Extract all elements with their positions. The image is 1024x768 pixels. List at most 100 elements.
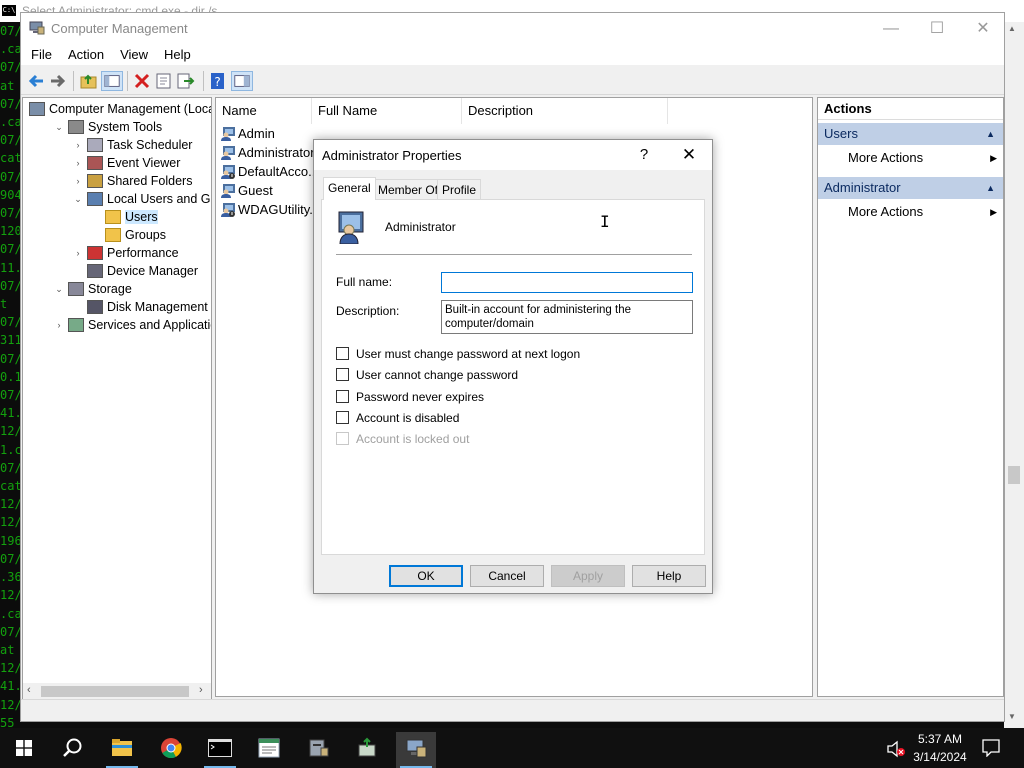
maximize-button[interactable]: ☐ — [914, 13, 960, 45]
list-item[interactable]: Admin — [220, 124, 275, 143]
tree-item-disk-management[interactable]: Disk Management — [87, 298, 208, 316]
list-item[interactable]: DefaultAcco... — [220, 162, 319, 181]
expand-icon[interactable]: › — [73, 244, 83, 262]
close-button[interactable]: ✕ — [960, 13, 1006, 45]
taskbar-server-manager[interactable] — [298, 732, 338, 768]
collapse-icon[interactable]: ▲ — [986, 123, 995, 145]
cmd-scrollbar[interactable]: ▲ ▼ — [1004, 22, 1024, 728]
volume-muted-icon[interactable] — [886, 740, 906, 758]
tab-profile[interactable]: Profile — [437, 179, 482, 199]
expand-icon[interactable]: › — [54, 316, 64, 334]
account-name: Administrator — [385, 220, 456, 234]
checkbox-password-never-expires[interactable]: Password never expires — [336, 390, 484, 406]
menu-file[interactable]: File — [21, 45, 60, 65]
cancel-button[interactable]: Cancel — [470, 565, 544, 587]
more-actions-administrator[interactable]: More Actions ▶ — [818, 201, 1003, 223]
list-item[interactable]: Guest — [220, 181, 273, 200]
collapse-icon[interactable]: ⌄ — [73, 190, 83, 208]
description-input[interactable]: Built-in account for administering the c… — [441, 300, 693, 334]
checkbox-box[interactable] — [336, 390, 349, 404]
cmd-output-line: t — [0, 297, 8, 312]
help-icon[interactable]: ? — [207, 71, 229, 91]
tree-item-services-and-applications[interactable]: ›Services and Applications — [58, 316, 211, 334]
column-header-name[interactable]: Name — [216, 98, 312, 124]
checkbox-user-must-change-password-at-next-logon[interactable]: User must change password at next logon — [336, 347, 580, 363]
taskbar-cmd[interactable] — [200, 732, 240, 768]
tree-scroll-thumb[interactable] — [41, 686, 189, 697]
actions-section-users[interactable]: Users ▲ — [818, 123, 1003, 145]
expand-icon[interactable]: › — [73, 154, 83, 172]
cmd-output-line: 07/ — [0, 460, 20, 475]
full-name-input[interactable] — [441, 272, 693, 293]
scroll-right-icon[interactable]: › — [199, 684, 203, 696]
tree-item-system-tools[interactable]: ⌄ System Tools — [55, 118, 162, 136]
cmd-scroll-thumb[interactable] — [1008, 466, 1020, 484]
start-button[interactable] — [4, 728, 44, 768]
collapse-icon[interactable]: ▲ — [986, 177, 995, 199]
scroll-up-icon[interactable]: ▲ — [1008, 24, 1016, 33]
scroll-left-icon[interactable]: ‹ — [27, 684, 31, 696]
up-folder-icon[interactable] — [78, 71, 100, 91]
show-hide-console-tree-icon[interactable] — [101, 71, 123, 91]
column-header-full-name[interactable]: Full Name — [312, 98, 462, 124]
menu-action[interactable]: Action — [60, 45, 112, 65]
menu-view[interactable]: View — [112, 45, 156, 65]
tree-item-users[interactable]: Users — [105, 208, 158, 226]
checkbox-label: User must change password at next logon — [356, 347, 581, 361]
list-item[interactable]: Administrator — [220, 143, 315, 162]
tab-member-of[interactable]: Member Of — [373, 179, 444, 199]
checkbox-box[interactable] — [336, 368, 349, 382]
show-hide-action-pane-icon[interactable] — [231, 71, 253, 91]
tree-item-performance[interactable]: › Performance — [77, 244, 179, 262]
dialog-help-button[interactable]: ? — [632, 144, 656, 166]
tree-item-computer-management-local[interactable]: Computer Management (Local — [29, 100, 211, 118]
checkbox-box[interactable] — [336, 347, 349, 361]
checkbox-account-is-disabled[interactable]: Account is disabled — [336, 411, 459, 427]
export-list-icon[interactable] — [175, 71, 197, 91]
taskbar-network[interactable] — [347, 732, 387, 768]
taskbar-notepad[interactable] — [249, 732, 289, 768]
dialog-title-bar[interactable]: Administrator Properties ? ✕ — [314, 140, 712, 170]
mmc-title-bar[interactable]: Computer Management — ☐ ✕ — [21, 13, 1004, 45]
start-icon — [16, 740, 32, 756]
dialog-close-button[interactable]: ✕ — [676, 144, 702, 166]
taskbar-chrome[interactable] — [151, 732, 191, 768]
collapse-icon[interactable]: ⌄ — [54, 118, 64, 136]
tab-general[interactable]: General — [323, 177, 376, 200]
expand-icon[interactable]: › — [73, 172, 83, 190]
tree-item-task-scheduler[interactable]: › Task Scheduler — [77, 136, 192, 154]
tree-horizontal-scrollbar[interactable]: ‹ › — [23, 683, 211, 700]
more-actions-users[interactable]: More Actions ▶ — [818, 147, 1003, 169]
user-name: DefaultAcco... — [238, 164, 319, 179]
tree-item-shared-folders[interactable]: › Shared Folders — [77, 172, 192, 190]
search-button[interactable] — [52, 728, 92, 768]
apply-button[interactable]: Apply — [551, 565, 625, 587]
checkbox-user-cannot-change-password[interactable]: User cannot change password — [336, 368, 518, 384]
help-button[interactable]: Help — [632, 565, 706, 587]
collapse-icon[interactable]: ⌄ — [54, 280, 64, 298]
tree-item-local-users-and-groups[interactable]: ⌄ Local Users and Groups — [74, 190, 211, 208]
submenu-arrow-icon: ▶ — [990, 153, 997, 163]
back-icon[interactable] — [25, 71, 47, 91]
list-item[interactable]: WDAGUtility... — [220, 200, 320, 219]
scroll-down-icon[interactable]: ▼ — [1008, 712, 1016, 721]
minimize-button[interactable]: — — [868, 13, 914, 45]
expand-icon[interactable]: › — [73, 136, 83, 154]
cmd-output-line: cat — [0, 151, 20, 166]
properties-icon[interactable] — [153, 71, 175, 91]
notification-center-icon[interactable] — [982, 739, 1000, 757]
tree-item-device-manager[interactable]: Device Manager — [87, 262, 198, 280]
checkbox-box[interactable] — [336, 411, 349, 425]
menu-help[interactable]: Help — [156, 45, 199, 65]
system-clock[interactable]: 5:37 AM 3/14/2024 — [908, 730, 972, 766]
tree-item-storage[interactable]: ⌄ Storage — [55, 280, 132, 298]
column-header-description[interactable]: Description — [462, 98, 668, 124]
forward-icon[interactable] — [47, 71, 69, 91]
tree-item-event-viewer[interactable]: › Event Viewer — [77, 154, 180, 172]
taskbar-file-explorer[interactable] — [102, 732, 142, 768]
tree-item-groups[interactable]: Groups — [105, 226, 166, 244]
ok-button[interactable]: OK — [389, 565, 463, 587]
delete-icon[interactable] — [131, 71, 153, 91]
actions-section-administrator[interactable]: Administrator ▲ — [818, 177, 1003, 199]
taskbar-computer-management[interactable] — [396, 732, 436, 768]
